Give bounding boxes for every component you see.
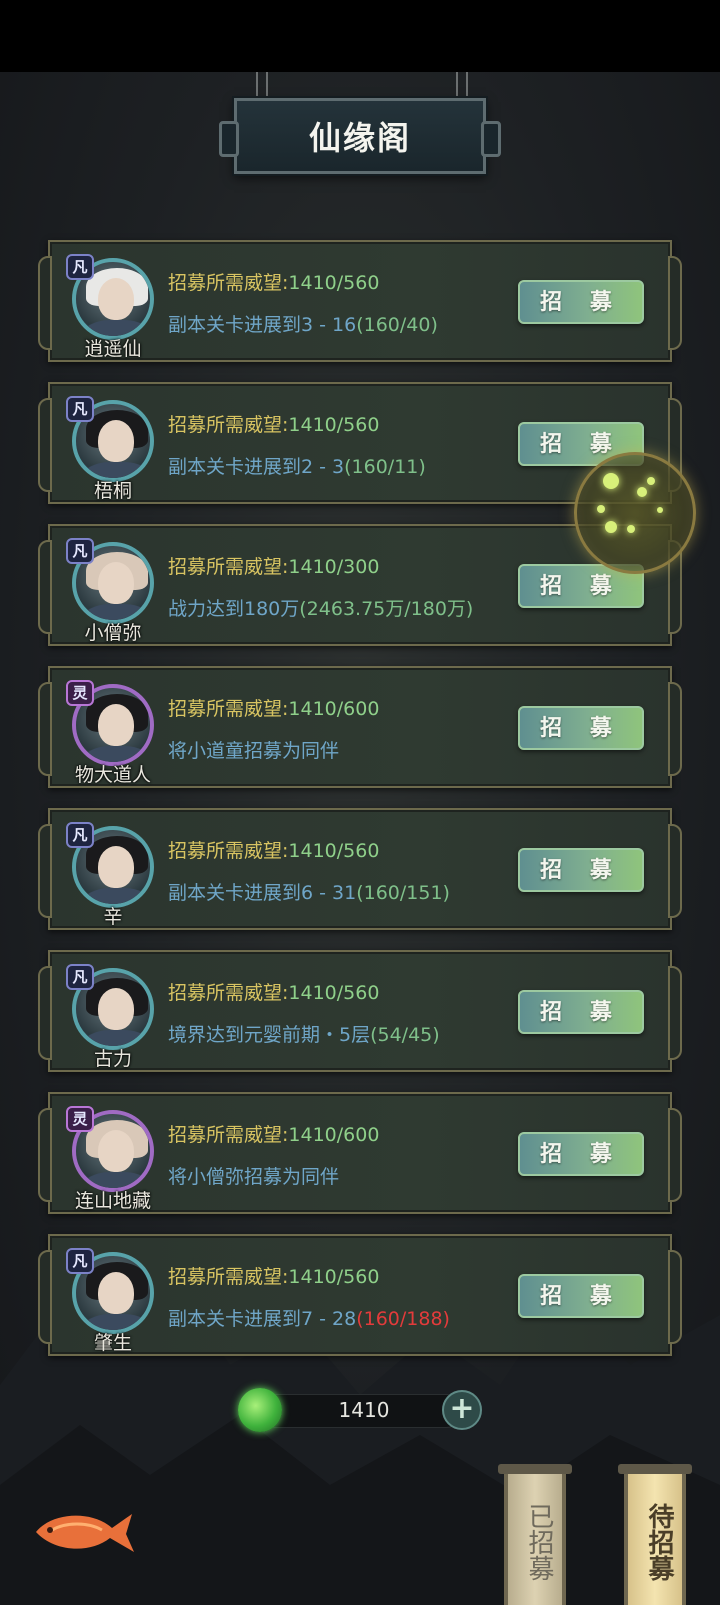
condition-progress: (160/188) <box>356 1308 450 1330</box>
character-name: 辛 <box>103 906 123 928</box>
page-title: 仙缘阁 <box>308 119 411 157</box>
condition-text: 副本关卡进展到3 - 16 <box>168 314 357 336</box>
prestige-requirement: 招募所需威望:1410/560 <box>168 1262 379 1289</box>
prestige-label: 招募所需威望: <box>168 414 289 436</box>
character-name: 小僧弥 <box>84 622 142 644</box>
currency-value: 1410 <box>338 1398 390 1422</box>
recruit-card: 灵物大道人 招募所需威望:1410/600 将小道童招募为同伴 招 募 <box>38 666 682 788</box>
condition-text: 副本关卡进展到7 - 28 <box>168 1308 357 1330</box>
recruit-card: 凡肇生 招募所需威望:1410/560 副本关卡进展到7 - 28(160/188)… <box>38 1234 682 1356</box>
prestige-value: 1410/600 <box>288 698 380 720</box>
recruit-card: 凡古力 招募所需威望:1410/560 境界达到元婴前期・5层(54/45) 招 募 <box>38 950 682 1072</box>
recruit-button[interactable]: 招 募 <box>518 848 644 892</box>
character-name: 逍遥仙 <box>84 338 142 360</box>
tab-pending[interactable]: 待招募 <box>618 1464 692 1605</box>
prestige-requirement: 招募所需威望:1410/600 <box>168 694 379 721</box>
condition-text: 战力达到180万 <box>168 598 300 620</box>
rank-badge: 凡 <box>66 254 94 280</box>
recruit-button[interactable]: 招 募 <box>518 990 644 1034</box>
condition-progress: (54/45) <box>370 1024 440 1046</box>
prestige-value: 1410/560 <box>288 1266 380 1288</box>
condition-progress: (160/11) <box>344 456 426 478</box>
prestige-value: 1410/560 <box>288 840 380 862</box>
rank-badge: 凡 <box>66 538 94 564</box>
tab-recruited-label: 已招募 <box>524 1503 554 1581</box>
rank-badge: 凡 <box>66 396 94 422</box>
rank-badge: 凡 <box>66 1248 94 1274</box>
prestige-label: 招募所需威望: <box>168 982 289 1004</box>
unlock-condition: 将小僧弥招募为同伴 <box>168 1162 339 1189</box>
prestige-value: 1410/560 <box>288 982 380 1004</box>
status-bar <box>0 0 720 72</box>
unlock-condition: 将小道童招募为同伴 <box>168 736 339 763</box>
recruit-card: 凡梧桐 招募所需威望:1410/560 副本关卡进展到2 - 3(160/11) 招 … <box>38 382 682 504</box>
rank-badge: 灵 <box>66 680 94 706</box>
unlock-condition: 副本关卡进展到6 - 31(160/151) <box>168 878 450 905</box>
prestige-currency: 1410 + <box>238 1388 482 1432</box>
condition-progress: (160/40) <box>356 314 438 336</box>
prestige-label: 招募所需威望: <box>168 840 289 862</box>
rank-badge: 灵 <box>66 1106 94 1132</box>
prestige-value: 1410/560 <box>288 414 380 436</box>
recruit-card: 凡逍遥仙 招募所需威望:1410/560 副本关卡进展到3 - 16(160/40)… <box>38 240 682 362</box>
unlock-condition: 副本关卡进展到2 - 3(160/11) <box>168 452 426 479</box>
floating-orb[interactable] <box>574 452 696 574</box>
prestige-requirement: 招募所需威望:1410/560 <box>168 978 379 1005</box>
prestige-value: 1410/300 <box>288 556 380 578</box>
character-name: 连山地藏 <box>74 1190 151 1212</box>
recruit-button[interactable]: 招 募 <box>518 706 644 750</box>
condition-text: 将小僧弥招募为同伴 <box>168 1166 340 1188</box>
condition-text: 副本关卡进展到6 - 31 <box>168 882 357 904</box>
prestige-value: 1410/560 <box>288 272 380 294</box>
title-plaque: 仙缘阁 <box>219 98 501 174</box>
recruit-button[interactable]: 招 募 <box>518 1274 644 1318</box>
unlock-condition: 副本关卡进展到3 - 16(160/40) <box>168 310 438 337</box>
jade-coin-icon <box>238 1388 282 1432</box>
recruit-button[interactable]: 招 募 <box>518 280 644 324</box>
prestige-requirement: 招募所需威望:1410/560 <box>168 836 379 863</box>
prestige-label: 招募所需威望: <box>168 272 289 294</box>
recruit-card: 灵连山地藏 招募所需威望:1410/600 将小僧弥招募为同伴 招 募 <box>38 1092 682 1214</box>
prestige-value: 1410/600 <box>288 1124 380 1146</box>
prestige-requirement: 招募所需威望:1410/600 <box>168 1120 379 1147</box>
prestige-label: 招募所需威望: <box>168 698 289 720</box>
prestige-label: 招募所需威望: <box>168 1124 289 1146</box>
condition-text: 境界达到元婴前期・5层 <box>168 1024 371 1046</box>
condition-text: 副本关卡进展到2 - 3 <box>168 456 345 478</box>
koi-fish-icon[interactable] <box>32 1506 136 1558</box>
prestige-requirement: 招募所需威望:1410/560 <box>168 410 379 437</box>
add-currency-button[interactable]: + <box>442 1390 482 1430</box>
unlock-condition: 副本关卡进展到7 - 28(160/188) <box>168 1304 450 1331</box>
prestige-label: 招募所需威望: <box>168 1266 289 1288</box>
condition-progress: (160/151) <box>356 882 450 904</box>
prestige-requirement: 招募所需威望:1410/560 <box>168 268 379 295</box>
recruit-button[interactable]: 招 募 <box>518 1132 644 1176</box>
character-name: 肇生 <box>93 1332 132 1354</box>
character-name: 梧桐 <box>93 480 132 502</box>
tab-pending-label: 待招募 <box>644 1503 674 1581</box>
character-name: 古力 <box>93 1048 132 1070</box>
character-name: 物大道人 <box>74 764 151 786</box>
unlock-condition: 战力达到180万(2463.75万/180万) <box>168 594 473 621</box>
prestige-label: 招募所需威望: <box>168 556 289 578</box>
recruit-card: 凡辛 招募所需威望:1410/560 副本关卡进展到6 - 31(160/151) 招… <box>38 808 682 930</box>
condition-progress: (2463.75万/180万) <box>299 598 474 620</box>
recruit-card: 凡小僧弥 招募所需威望:1410/300 战力达到180万(2463.75万/180… <box>38 524 682 646</box>
prestige-requirement: 招募所需威望:1410/300 <box>168 552 379 579</box>
tab-recruited[interactable]: 已招募 <box>498 1464 572 1605</box>
condition-text: 将小道童招募为同伴 <box>168 740 340 762</box>
unlock-condition: 境界达到元婴前期・5层(54/45) <box>168 1020 440 1047</box>
rank-badge: 凡 <box>66 822 94 848</box>
rank-badge: 凡 <box>66 964 94 990</box>
